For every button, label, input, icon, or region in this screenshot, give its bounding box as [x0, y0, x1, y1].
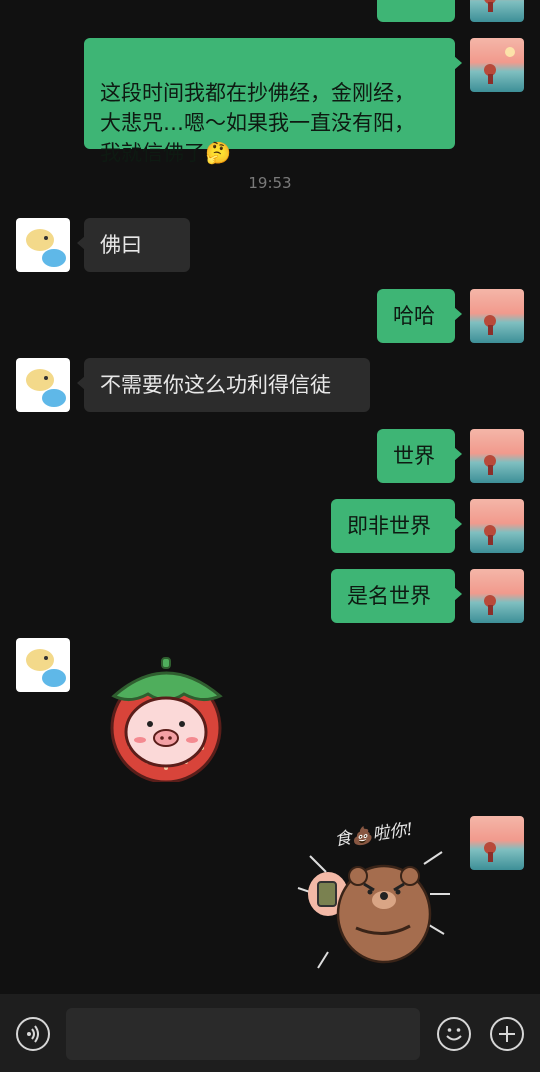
message-text: 不需要你这么功利得信徒 — [100, 373, 331, 397]
message-text: 世界 — [393, 444, 435, 468]
my-avatar[interactable] — [470, 0, 524, 22]
message-input[interactable] — [66, 1008, 420, 1060]
message-text: 这段时间我都在抄佛经，金刚经， 大悲咒…嗯～如果我一直没有阳， 我就信佛了🤔 — [100, 81, 415, 165]
contact-avatar[interactable] — [16, 218, 70, 272]
my-avatar[interactable] — [470, 289, 524, 343]
message-text: 佛曰 — [100, 233, 142, 257]
contact-avatar[interactable] — [16, 638, 70, 692]
outgoing-message-bubble[interactable]: 这段时间我都在抄佛经，金刚经， 大悲咒…嗯～如果我一直没有阳， 我就信佛了🤔 — [84, 38, 462, 165]
message-text: 即非世界 — [347, 514, 431, 538]
my-avatar[interactable] — [470, 38, 524, 92]
outgoing-message-bubble[interactable]: 是名世界 — [331, 569, 462, 623]
angry-bear-sticker[interactable]: 食💩啦你! — [292, 818, 456, 976]
my-avatar[interactable] — [470, 569, 524, 623]
my-avatar[interactable] — [470, 429, 524, 483]
my-avatar[interactable] — [470, 816, 524, 870]
emoji-icon[interactable] — [437, 1017, 471, 1051]
my-avatar[interactable] — [470, 499, 524, 553]
partial-outgoing-bubble[interactable] — [377, 0, 455, 22]
outgoing-message-bubble[interactable]: 世界 — [377, 429, 462, 483]
message-text: 是名世界 — [347, 584, 431, 608]
incoming-message-bubble[interactable]: 佛曰 — [77, 218, 190, 272]
outgoing-message-bubble[interactable]: 哈哈 — [377, 289, 462, 343]
plus-icon[interactable] — [490, 1017, 524, 1051]
contact-avatar[interactable] — [16, 358, 70, 412]
outgoing-message-bubble[interactable]: 即非世界 — [331, 499, 462, 553]
voice-icon[interactable] — [16, 1017, 50, 1051]
strawberry-pig-sticker[interactable] — [104, 656, 228, 784]
incoming-message-bubble[interactable]: 不需要你这么功利得信徒 — [77, 358, 370, 412]
timestamp-divider: 19:53 — [248, 174, 292, 192]
message-text: 哈哈 — [393, 304, 435, 328]
